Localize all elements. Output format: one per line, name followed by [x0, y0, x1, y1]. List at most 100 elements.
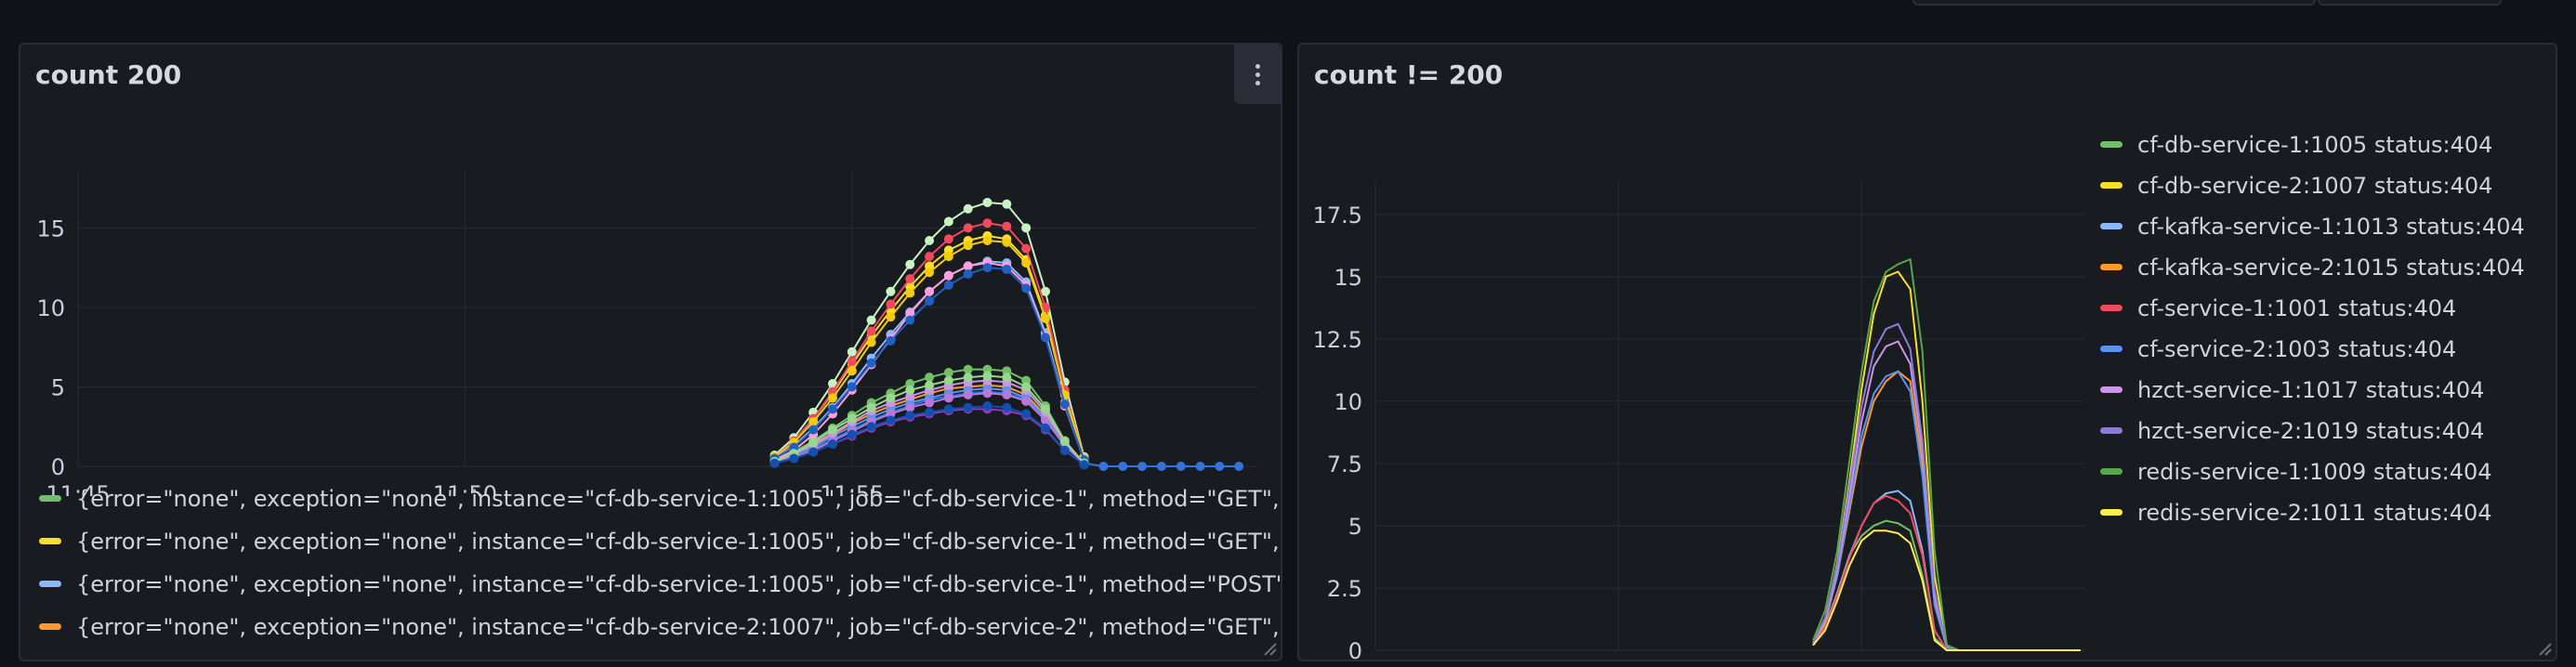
- legend-swatch: [39, 622, 61, 630]
- data-point: [963, 364, 973, 374]
- panel-count-200: count 200 0 5 10 15 11:45 11:50 11:55 {error="…: [19, 43, 1282, 661]
- y-tick-label: 0: [51, 454, 65, 480]
- legend-label: redis-service-2:1011 status:404: [2137, 500, 2492, 526]
- legend-item[interactable]: cf-db-service-2:1007 status:404: [2100, 165, 2525, 206]
- series-line: [1812, 370, 2081, 651]
- panel-menu-button[interactable]: [1234, 45, 1281, 104]
- data-point: [847, 382, 857, 392]
- data-point: [905, 385, 915, 395]
- legend-label: hzct-service-1:1017 status:404: [2137, 377, 2485, 403]
- data-point: [925, 373, 935, 383]
- legend-item[interactable]: hzct-service-2:1019 status:404: [2100, 411, 2525, 451]
- data-point: [866, 358, 876, 368]
- data-point: [963, 203, 973, 214]
- data-point: [886, 393, 896, 403]
- series-line: [1812, 370, 2081, 651]
- grid: [1374, 180, 2085, 651]
- legend-item[interactable]: redis-service-2:1011 status:404: [2100, 492, 2525, 533]
- data-point: [963, 223, 973, 233]
- time-picker-button[interactable]: [1912, 0, 2316, 6]
- data-point: [1215, 462, 1225, 471]
- data-point: [982, 236, 992, 246]
- data-point: [1195, 462, 1205, 471]
- data-point: [1002, 402, 1012, 412]
- data-point: [982, 371, 992, 381]
- panel-title: count 200: [35, 59, 182, 90]
- series-0: [1812, 519, 2081, 651]
- data-point: [1059, 445, 1070, 455]
- data-point: [925, 252, 935, 262]
- legend-item[interactable]: hzct-service-1:1017 status:404: [2100, 370, 2525, 411]
- data-point: [1137, 462, 1148, 471]
- data-point: [963, 373, 973, 383]
- data-point: [925, 268, 935, 278]
- legend-item[interactable]: cf-service-2:1003 status:404: [2100, 329, 2525, 370]
- data-point: [1002, 237, 1012, 247]
- data-point: [982, 388, 992, 399]
- data-point: [1021, 382, 1032, 392]
- legend-label: cf-db-service-1:1005 status:404: [2137, 132, 2493, 158]
- legend-swatch: [2100, 467, 2123, 475]
- data-point: [1002, 390, 1012, 399]
- data-point: [982, 218, 992, 229]
- panel-title: count != 200: [1314, 59, 1504, 90]
- data-point: [905, 411, 915, 421]
- legend-item[interactable]: {error="none", exception="none", instanc…: [39, 563, 1281, 606]
- y-tick-label: 7.5: [1327, 451, 1362, 477]
- refresh-button[interactable]: [2318, 0, 2502, 6]
- data-point: [943, 280, 953, 290]
- legend-item[interactable]: {error="none", exception="none", instanc…: [39, 520, 1281, 563]
- series-line: [1812, 494, 2081, 651]
- y-tick-label: 15: [1334, 265, 1362, 291]
- data-point: [1021, 396, 1032, 406]
- legend-label: cf-service-2:1003 status:404: [2137, 336, 2457, 362]
- data-point: [886, 335, 896, 346]
- data-point: [1098, 462, 1109, 471]
- legend-swatch: [2100, 140, 2123, 148]
- series-line: [1812, 490, 2081, 651]
- legend-item[interactable]: {error="none", exception="none", instanc…: [39, 477, 1281, 520]
- resize-handle-icon[interactable]: [2535, 639, 2552, 656]
- data-point: [866, 337, 876, 347]
- series-7: [769, 257, 1089, 465]
- data-point: [963, 390, 973, 399]
- legend-label: hzct-service-2:1019 status:404: [2137, 418, 2485, 444]
- chart-count-not-200[interactable]: 02.557.51012.51517.511:4511:5011:55: [1299, 106, 2098, 661]
- series-3: [1812, 370, 2081, 651]
- y-tick-label: 12.5: [1313, 327, 1362, 353]
- legend-swatch: [2100, 222, 2123, 229]
- data-point: [866, 422, 876, 432]
- legend-item[interactable]: {error="none", exception="none", instanc…: [39, 606, 1282, 648]
- legend-item[interactable]: redis-service-1:1009 status:404: [2100, 451, 2525, 492]
- legend: cf-db-service-1:1005 status:404 cf-db-ser…: [2100, 124, 2525, 533]
- data-point: [905, 315, 915, 325]
- data-point: [963, 268, 973, 279]
- legend-item[interactable]: cf-db-service-1:1005 status:404: [2100, 124, 2525, 165]
- resize-handle-icon[interactable]: [1260, 639, 1277, 656]
- legend-item[interactable]: cf-kafka-service-1:1013 status:404: [2100, 206, 2525, 247]
- kebab-menu-icon: [1255, 64, 1260, 89]
- data-point: [886, 415, 896, 425]
- grid: [77, 171, 1258, 467]
- legend-item[interactable]: cf-service-1:1001 status:404: [2100, 288, 2525, 329]
- legend-label: {error="none", exception="none", instanc…: [76, 614, 1282, 640]
- data-point: [1021, 243, 1032, 254]
- data-point: [1002, 221, 1012, 231]
- y-tick-label: 10: [36, 295, 65, 321]
- chart-count-200[interactable]: 05101511:45 11:50 11:55: [20, 106, 1281, 496]
- legend-item[interactable]: cf-kafka-service-2:1015 status:404: [2100, 247, 2525, 288]
- data-point: [943, 234, 953, 244]
- series-2: [1812, 490, 2081, 651]
- data-point: [789, 453, 799, 464]
- data-point: [1002, 264, 1012, 274]
- legend-label: cf-service-1:1001 status:404: [2137, 295, 2457, 321]
- data-point: [886, 312, 896, 322]
- data-point: [1040, 313, 1050, 323]
- data-point: [886, 286, 896, 296]
- data-point: [866, 326, 876, 336]
- data-point: [963, 261, 973, 271]
- data-point: [1059, 436, 1070, 446]
- legend-swatch: [2100, 181, 2123, 189]
- data-point: [847, 429, 857, 439]
- data-point: [769, 458, 780, 468]
